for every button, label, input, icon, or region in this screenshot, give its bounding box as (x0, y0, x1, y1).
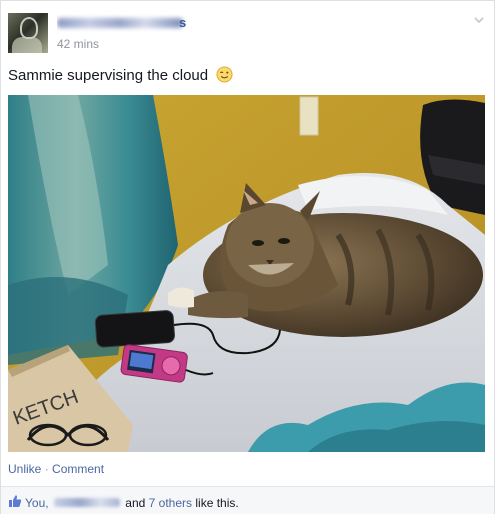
author-name-redacted (57, 18, 183, 28)
likes-summary-text: You, and 7 others like this. (25, 495, 239, 511)
post-message: Sammie supervising the cloud (8, 66, 233, 86)
cat-on-bed-photo: KETCH (8, 95, 485, 452)
feed-post-card: s 42 mins Sammie supervising the cloud K… (0, 0, 495, 514)
comment-link[interactable]: Comment (52, 462, 104, 476)
likes-connector: and (125, 496, 146, 510)
author-avatar[interactable] (8, 13, 48, 53)
likes-you[interactable]: You, (25, 496, 49, 510)
action-separator: · (44, 462, 49, 476)
author-name-link[interactable]: s (57, 14, 187, 32)
post-message-text: Sammie supervising the cloud (8, 67, 209, 84)
avatar-shoulders (12, 37, 42, 53)
avatar-figure (20, 17, 38, 39)
likes-suffix: like this. (195, 496, 239, 510)
post-timestamp[interactable]: 42 mins (57, 36, 99, 52)
liker-name-redacted[interactable] (53, 498, 120, 507)
thumbs-up-icon (9, 495, 22, 507)
unlike-link[interactable]: Unlike (8, 462, 41, 476)
chevron-down-icon[interactable] (473, 14, 485, 26)
post-photo[interactable]: KETCH (8, 95, 485, 452)
wink-emoji-icon (216, 66, 233, 83)
likes-others-link[interactable]: 7 others (149, 496, 192, 510)
author-name-suffix: s (179, 15, 187, 30)
post-actions: Unlike · Comment (8, 461, 104, 477)
